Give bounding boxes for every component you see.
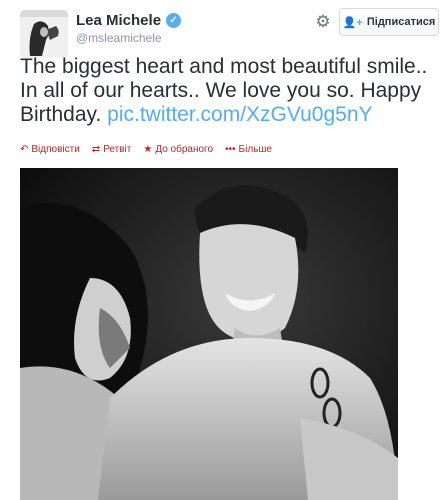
add-user-icon: 👤+ [342,16,363,29]
verified-badge-icon: ✓ [166,13,182,28]
retweet-label: Ретвіт [103,144,132,155]
follow-button[interactable]: 👤+ Підписатися [339,8,439,36]
more-label: Більше [238,144,272,155]
more-dots-icon: ••• [225,144,236,155]
follow-button-label: Підписатися [366,16,436,28]
favorite-star-icon: ★ [143,144,153,155]
reply-icon: ↶ [20,144,29,155]
tweet-text: The biggest heart and most beautiful smi… [20,55,435,127]
retweet-icon: ⇄ [91,144,101,155]
retweet-button[interactable]: ⇄ Ретвіт [92,144,132,155]
tweet-actions: ↶ Відповісти ⇄ Ретвіт ★ До обраного ••• … [20,144,272,155]
user-handle[interactable]: @msleamichele [76,31,162,45]
user-name[interactable]: Lea Michele [76,12,161,29]
reply-button[interactable]: ↶ Відповісти [20,144,80,155]
tweet-photo[interactable] [20,168,398,500]
favorite-label: До обраного [155,144,214,155]
avatar[interactable] [20,10,68,58]
gear-icon[interactable]: ⚙ [314,13,332,31]
favorite-button[interactable]: ★ До обраного [143,144,213,155]
more-button[interactable]: ••• Більше [225,144,272,155]
tweet-media-link[interactable]: pic.twitter.com/XzGVu0g5nY [107,103,372,126]
user-name-row: Lea Michele ✓ [76,12,182,29]
reply-label: Відповісти [31,144,80,155]
